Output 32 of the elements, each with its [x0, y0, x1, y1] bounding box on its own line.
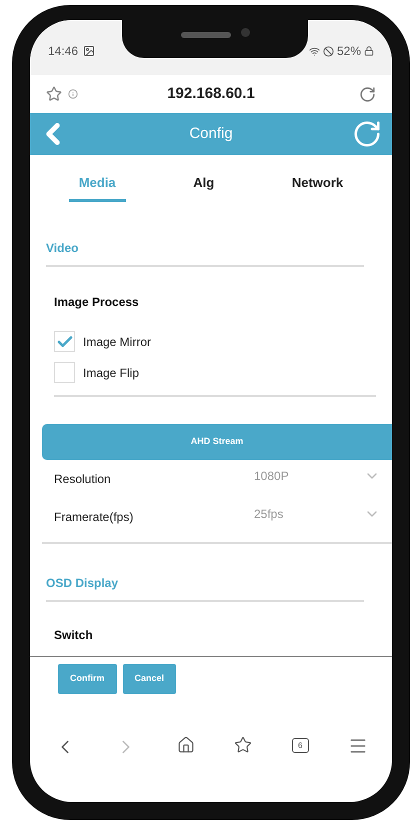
battery-percent: 52% — [336, 43, 361, 60]
home-icon[interactable] — [176, 736, 195, 754]
section-header-title: AHD Stream — [190, 435, 244, 448]
do-not-disturb-icon — [322, 46, 334, 56]
field-label: Framerate(fps) — [54, 509, 134, 526]
field-label: Resolution — [54, 471, 112, 488]
select-field[interactable]: 1080P — [254, 467, 380, 485]
wifi-icon — [308, 46, 320, 56]
tab[interactable]: Media — [68, 173, 126, 202]
section-title: OSD Display — [46, 574, 364, 602]
checkbox[interactable] — [54, 331, 75, 352]
select-field[interactable]: 25fps — [254, 505, 380, 523]
reload-icon[interactable] — [359, 86, 376, 102]
star-icon[interactable] — [234, 736, 252, 754]
group-title: Switch — [53, 627, 94, 644]
checkbox-label: Image Flip — [83, 364, 140, 382]
header-title: Config — [188, 124, 234, 144]
group-title: Image Process — [54, 294, 140, 311]
info-icon[interactable] — [68, 89, 78, 99]
tabs-button[interactable]: 6 — [292, 738, 309, 753]
url-text[interactable]: 192.168.60.1 — [116, 82, 306, 106]
star-icon[interactable] — [46, 86, 62, 102]
tab[interactable]: Network — [282, 173, 354, 202]
checkbox-label: Image Mirror — [83, 334, 152, 350]
checkbox[interactable] — [54, 362, 75, 383]
gallery-icon — [83, 45, 96, 57]
refresh-icon[interactable] — [352, 119, 382, 149]
action-button[interactable]: Confirm — [58, 664, 116, 694]
status-time: 14:46 — [48, 43, 78, 60]
tab[interactable]: Alg — [183, 173, 224, 202]
section-title: Video — [46, 239, 364, 267]
action-button[interactable]: Cancel — [122, 664, 176, 694]
